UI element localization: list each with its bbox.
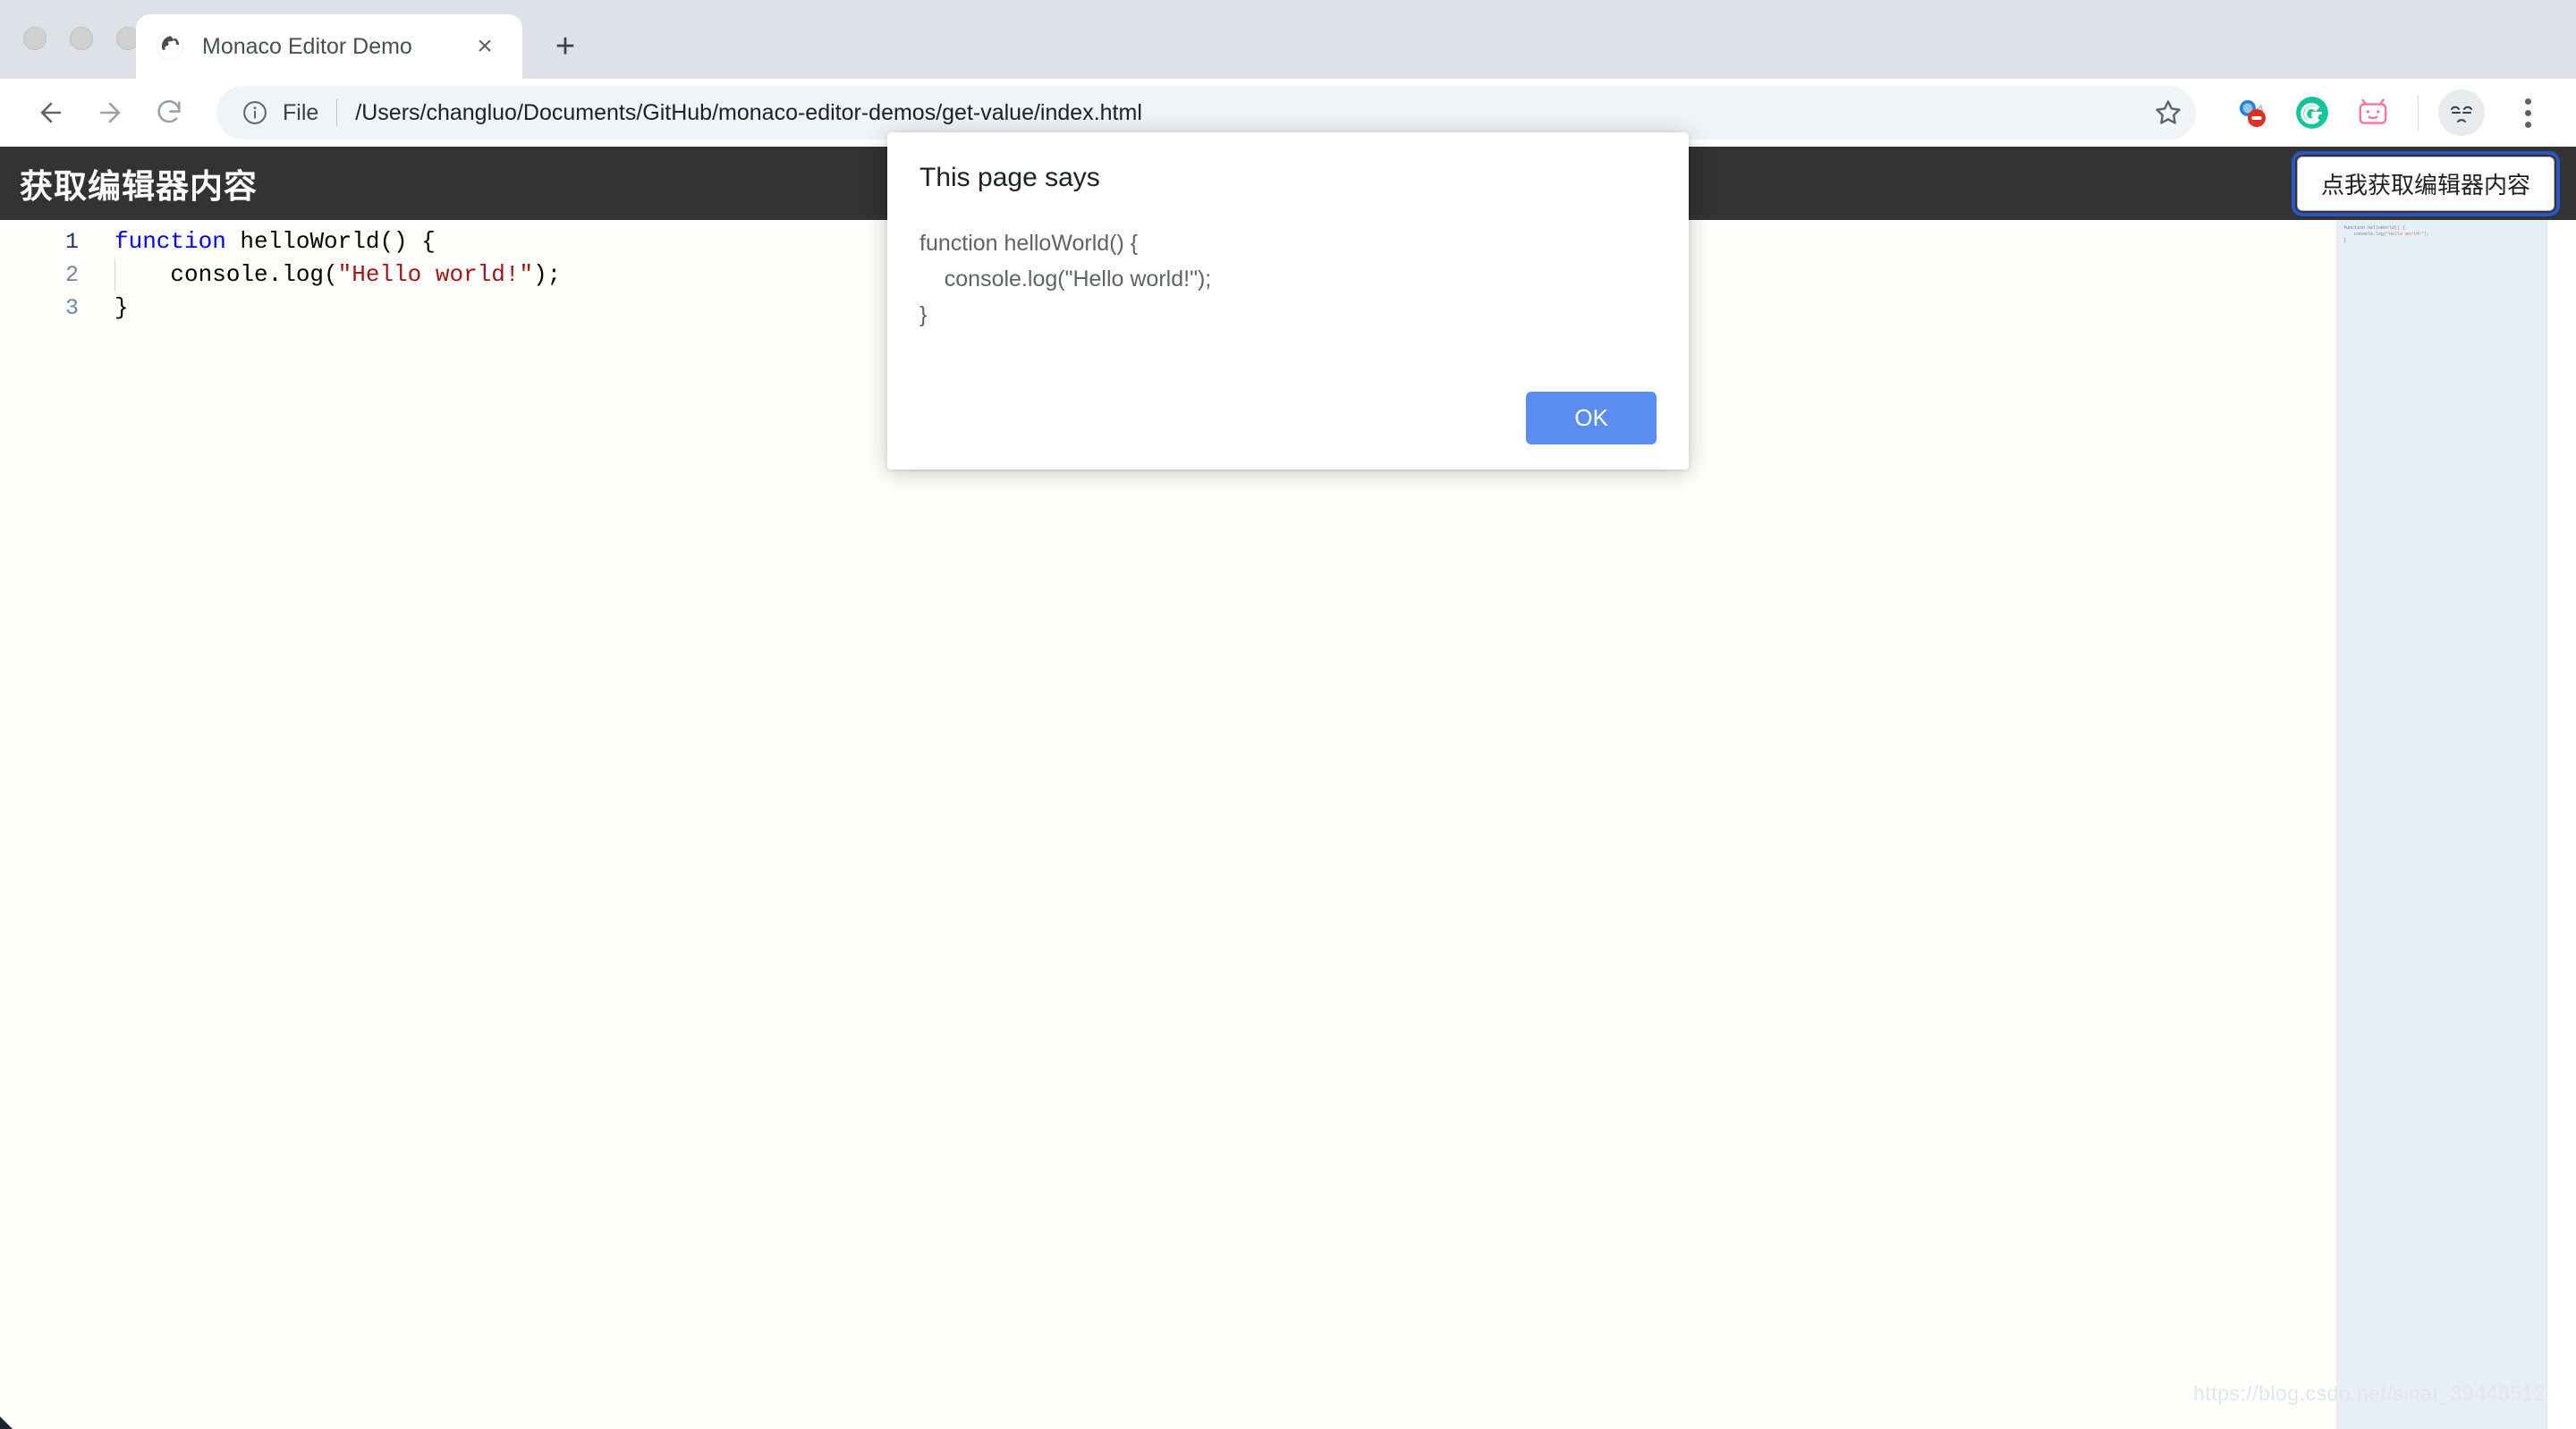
code-token-plain: }: [114, 294, 129, 321]
editor-minimap[interactable]: function helloWorld() { console.log("Hel…: [2336, 220, 2547, 1429]
globe-icon: [156, 32, 184, 61]
url-scheme-label: File: [283, 100, 318, 126]
line-number: 3: [0, 292, 98, 325]
browser-tab[interactable]: Monaco Editor Demo ×: [136, 14, 522, 79]
tab-title: Monaco Editor Demo: [202, 34, 467, 60]
dialog-message: function helloWorld() { console.log("Hel…: [919, 225, 1657, 379]
code-token-plain: console.log(: [114, 261, 338, 288]
url-text: /Users/changluo/Documents/GitHub/monaco-…: [355, 100, 1142, 126]
adblock-extension-icon[interactable]: [2226, 88, 2276, 138]
code-token-plain: );: [533, 261, 561, 288]
omnibox-divider: [336, 99, 337, 126]
bilibili-extension-icon[interactable]: [2348, 88, 2398, 138]
grammarly-extension-icon[interactable]: [2287, 88, 2337, 138]
editor-line-number-gutter: 1 2 3: [0, 220, 98, 1429]
line-number: 2: [0, 258, 98, 292]
editor-vertical-scrollbar[interactable]: [2547, 220, 2576, 1429]
dialog-title: This page says: [919, 163, 1657, 193]
minimap-code-preview: function helloWorld() { console.log("Hel…: [2343, 225, 2429, 244]
three-dot-menu-icon[interactable]: [2503, 88, 2553, 138]
indent-guide: [114, 258, 115, 292]
star-icon[interactable]: [2140, 85, 2196, 140]
address-bar[interactable]: File /Users/changluo/Documents/GitHub/mo…: [216, 86, 2196, 140]
reload-icon[interactable]: [141, 85, 197, 140]
watermark-text: https://blog.csdn.net/sinat_39448512: [2193, 1382, 2546, 1406]
code-token-string: "Hello world!": [338, 261, 533, 288]
back-icon[interactable]: [23, 85, 79, 140]
line-number: 1: [0, 225, 98, 258]
browser-window: Monaco Editor Demo × + File /Users/chang…: [0, 0, 2576, 1429]
info-circle-icon[interactable]: [240, 97, 270, 128]
code-token-plain: helloWorld() {: [226, 228, 436, 255]
forward-icon[interactable]: [82, 85, 138, 140]
minimize-window-button[interactable]: [70, 27, 93, 50]
dialog-ok-button[interactable]: OK: [1526, 392, 1657, 444]
window-controls: [23, 27, 140, 50]
dialog-actions: OK: [919, 392, 1657, 444]
tab-strip: Monaco Editor Demo × +: [0, 0, 2576, 79]
code-token-keyword: function: [114, 228, 226, 255]
page-title: 获取编辑器内容: [20, 159, 258, 207]
new-tab-button[interactable]: +: [542, 23, 589, 70]
profile-avatar-icon[interactable]: [2438, 89, 2485, 136]
javascript-alert-dialog: This page says function helloWorld() { c…: [887, 132, 1689, 469]
minimap-slider[interactable]: [2336, 220, 2547, 1429]
close-window-button[interactable]: [23, 27, 47, 50]
close-tab-icon[interactable]: ×: [467, 29, 503, 64]
toolbar-divider: [2418, 95, 2419, 131]
get-editor-content-button[interactable]: 点我获取编辑器内容: [2297, 156, 2555, 211]
